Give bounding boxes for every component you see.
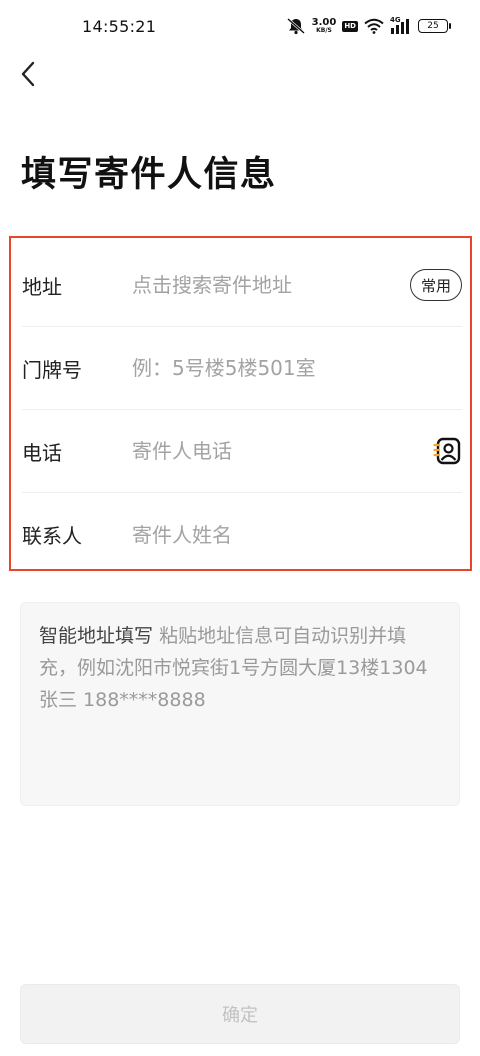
house-number-label: 门牌号 [22, 357, 82, 382]
network-speed-unit: KB/S [316, 27, 332, 34]
back-button[interactable] [8, 54, 48, 94]
chevron-left-icon [21, 61, 35, 87]
hd-badge: HD [342, 20, 358, 32]
status-bar: 14:55:21 3.00 KB/S HD 4G 25 [0, 0, 480, 54]
phone-row: 电话 [22, 410, 462, 493]
contact-name-input[interactable] [132, 514, 462, 555]
address-input[interactable] [132, 265, 410, 305]
address-row: 地址 常用 [22, 244, 462, 327]
network-type: 4G [390, 16, 401, 24]
mute-bell-icon [286, 17, 306, 35]
page-title: 填写寄件人信息 [21, 155, 277, 195]
confirm-button[interactable]: 确定 [20, 984, 460, 1044]
phone-input[interactable] [132, 431, 432, 471]
cellular-signal-icon: 4G [390, 16, 412, 34]
address-label: 地址 [22, 274, 62, 299]
network-speed: 3.00 KB/S [312, 18, 337, 34]
status-icons: 3.00 KB/S HD 4G 25 [286, 16, 451, 36]
sender-info-form: 地址 常用 门牌号 电话 联系人 [9, 236, 472, 571]
contact-book-icon[interactable] [432, 436, 462, 466]
battery-icon: 25 [418, 19, 451, 33]
battery-level: 25 [427, 21, 439, 31]
contact-name-label: 联系人 [22, 524, 82, 548]
contact-name-row: 联系人 [22, 493, 462, 576]
wifi-icon [364, 18, 384, 34]
status-time: 14:55:21 [82, 17, 157, 36]
house-number-row: 门牌号 [22, 327, 462, 410]
smart-address-title: 智能地址填写 [39, 625, 154, 647]
house-number-input[interactable] [132, 348, 462, 388]
phone-label: 电话 [22, 440, 62, 465]
screen: 14:55:21 3.00 KB/S HD 4G 25 填写寄件人信息 地址 点… [0, 0, 480, 1056]
smart-address-input[interactable]: 智能地址填写 粘贴地址信息可自动识别并填充，例如沈阳市悦宾街1号方圆大厦13楼1… [20, 602, 460, 806]
common-address-button[interactable]: 常用 [409, 269, 462, 301]
